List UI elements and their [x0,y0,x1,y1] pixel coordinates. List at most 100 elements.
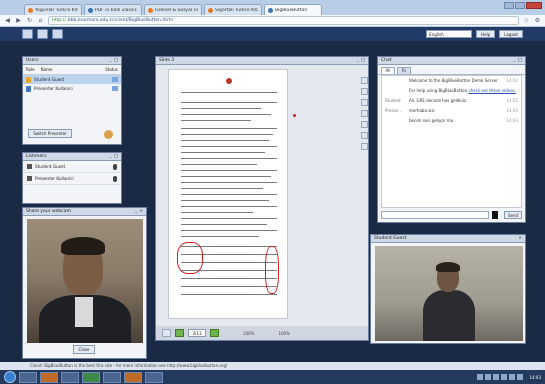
app-toolbar: English Help Logout [0,27,545,41]
back-arrow-icon[interactable]: ◀ [4,17,11,24]
tray-icon[interactable] [509,374,516,380]
panel-title: Chat [381,58,392,63]
maximize-icon[interactable]: □ [114,57,118,64]
minimize-button[interactable] [504,2,514,9]
send-button[interactable]: Send [504,211,522,219]
taskbar-app[interactable] [145,371,163,383]
start-button[interactable] [4,371,16,383]
status-icon [112,86,118,91]
webcam-panel: Share your webcam _ × Close [22,207,147,359]
rectangle-tool-icon[interactable] [361,99,368,106]
message-sender: Student [385,98,401,103]
close-icon[interactable]: × [139,208,143,215]
mic-share-icon[interactable] [37,29,48,39]
help-button[interactable]: Help [476,30,496,38]
taskbar-app[interactable] [61,371,79,383]
message-text: Welcome to the BigBlueButton Demo Server… [409,78,499,83]
reload-icon[interactable]: ↻ [26,17,33,24]
taskbar-app[interactable] [82,371,100,383]
minimize-icon[interactable]: _ [109,57,111,64]
language-select[interactable]: English [426,30,473,38]
tray-icon[interactable] [493,374,500,380]
undo-icon[interactable] [361,132,368,139]
home-icon[interactable]: ⌂ [37,17,44,24]
maximize-icon[interactable]: □ [518,57,522,64]
close-window-button[interactable] [526,2,542,9]
text-line [181,134,273,135]
column-header[interactable]: Name [41,67,53,72]
minimize-icon[interactable]: _ [135,208,137,215]
close-icon[interactable]: × [518,235,522,242]
minimize-icon[interactable]: _ [109,153,111,160]
tray-icon[interactable] [477,374,484,380]
column-header[interactable]: Role [26,67,35,72]
chat-message: Welcome to the BigBlueButton Demo Server… [382,76,521,86]
maximize-icon[interactable]: □ [361,57,365,64]
user-row[interactable]: Presenter Kullanici [23,84,121,93]
color-picker[interactable] [492,211,498,219]
taskbar-app[interactable] [19,371,37,383]
prev-slide-button[interactable] [175,329,184,337]
remote-webcam-video [375,246,523,341]
browser-tab[interactable]: PDF in bildi ulasilir... [84,4,142,15]
mic-icon[interactable] [113,163,117,170]
taskbar-app[interactable] [124,371,142,383]
taskbar-app[interactable] [103,371,121,383]
close-webcam-button[interactable]: Close [73,345,95,354]
star-icon[interactable]: ☆ [523,17,530,24]
panel-title: Share your webcam [26,209,71,214]
favicon-icon [148,7,153,13]
desktop-share-icon[interactable] [52,29,63,39]
column-header[interactable]: Status [105,67,118,72]
browser-tab[interactable]: Fiziksel & Sosyal cev... [144,4,202,15]
chat-panel: Chat _ □ All Ri Welcome to the BigBlueButt… [377,56,526,223]
ellipse-tool-icon[interactable] [361,110,368,117]
tab-options[interactable]: Ri [397,67,411,74]
forward-arrow-icon[interactable]: ▶ [15,17,22,24]
tray-icon[interactable] [501,374,508,380]
listener-row[interactable]: Presenter Kullanici [23,173,121,185]
upload-icon[interactable] [162,329,171,337]
text-line [181,286,277,287]
clear-icon[interactable] [361,143,368,150]
wrench-icon[interactable]: ⚙ [534,17,541,24]
url-field[interactable]: http://bbb.marmara.edu.tr/client/BigBlue… [48,16,519,25]
browser-tab[interactable]: Yogunlar Turkce Kitab... [24,4,82,15]
text-line [181,128,277,129]
text-line [181,194,277,195]
chat-input[interactable] [381,211,489,219]
listener-name: Presenter Kullanici [35,176,74,181]
listener-row[interactable]: Student Guest [23,161,121,173]
user-row[interactable]: Student Guest [23,75,121,84]
pan-tool-icon[interactable] [361,77,368,84]
pencil-tool-icon[interactable] [361,88,368,95]
webcam-share-icon[interactable] [22,29,33,39]
browser-tab[interactable]: Sigortali Turkce Kitab... [204,4,262,15]
university-seal-icon [226,78,232,84]
slide-document [168,69,296,319]
help-link[interactable]: check out these videos. [468,88,515,93]
tray-icon[interactable] [485,374,492,380]
switch-presenter-button[interactable]: Switch Presenter [28,129,72,138]
text-line [181,158,277,159]
maximize-icon[interactable]: □ [114,153,118,160]
taskbar-app[interactable] [40,371,58,383]
raise-hand-icon[interactable] [104,130,113,139]
page-number[interactable]: 3/13 [188,329,206,337]
text-tool-icon[interactable] [361,121,368,128]
chat-tabs: All Ri [378,65,525,75]
text-line [181,182,277,183]
mic-icon[interactable] [113,175,117,182]
tab-all[interactable]: All [381,67,395,74]
minimize-icon[interactable]: _ [513,57,515,64]
next-slide-button[interactable] [210,329,219,337]
browser-tab-active[interactable]: BigBlueButton [264,4,322,15]
maximize-button[interactable] [515,2,525,9]
tray-icon[interactable] [517,374,524,380]
text-line [181,236,259,237]
system-tray [477,374,524,380]
minimize-icon[interactable]: _ [356,57,358,64]
logout-button[interactable]: Logout [499,30,523,38]
favicon-icon [28,7,33,13]
message-time: 14:03 [506,108,518,113]
